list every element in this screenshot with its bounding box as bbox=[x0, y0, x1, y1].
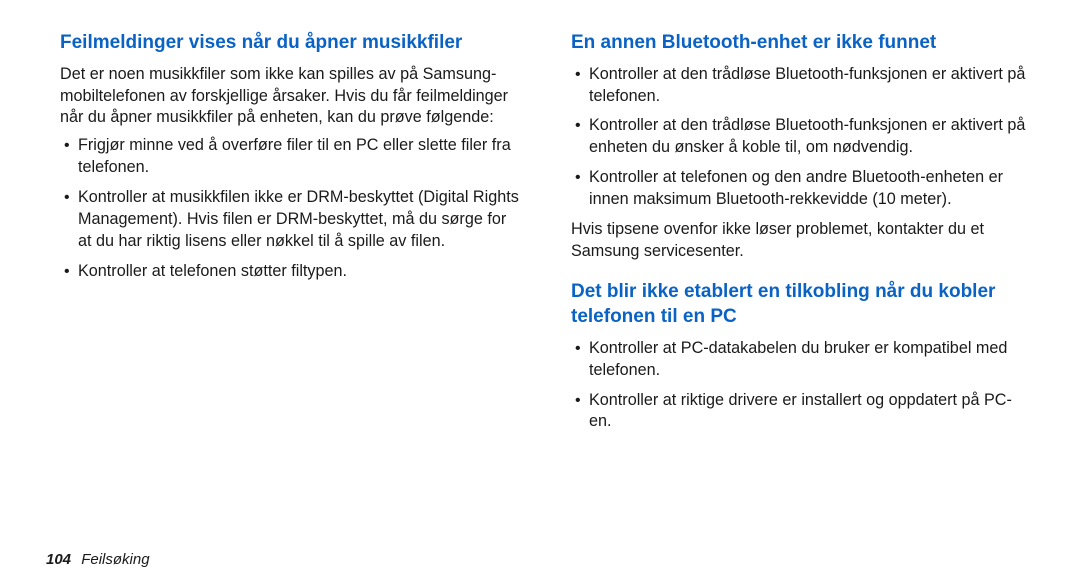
bullets-bluetooth: Kontroller at den trådløse Bluetooth-fun… bbox=[571, 64, 1032, 211]
intro-music-errors: Det er noen musikkfiler som ikke kan spi… bbox=[60, 64, 521, 130]
heading-pc-connection: Det blir ikke etablert en tilkobling når… bbox=[571, 279, 1032, 330]
page-footer: 104 Feilsøking bbox=[46, 551, 150, 568]
bullets-pc-connection: Kontroller at PC-datakabelen du bruker e… bbox=[571, 338, 1032, 433]
list-item: Kontroller at musikkfilen ikke er DRM-be… bbox=[60, 187, 521, 253]
list-item: Kontroller at den trådløse Bluetooth-fun… bbox=[571, 115, 1032, 159]
list-item: Kontroller at telefonen støtter filtypen… bbox=[60, 261, 521, 283]
list-item: Kontroller at den trådløse Bluetooth-fun… bbox=[571, 64, 1032, 108]
heading-music-errors: Feilmeldinger vises når du åpner musikkf… bbox=[60, 30, 521, 56]
list-item: Frigjør minne ved å overføre filer til e… bbox=[60, 135, 521, 179]
page-number: 104 bbox=[46, 551, 71, 568]
section-name: Feilsøking bbox=[81, 551, 149, 568]
list-item: Kontroller at telefonen og den andre Blu… bbox=[571, 167, 1032, 211]
note-contact-service: Hvis tipsene ovenfor ikke løser probleme… bbox=[571, 219, 1032, 263]
bullets-music-errors: Frigjør minne ved å overføre filer til e… bbox=[60, 135, 521, 282]
heading-bluetooth-not-found: En annen Bluetooth-enhet er ikke funnet bbox=[571, 30, 1032, 56]
list-item: Kontroller at riktige drivere er install… bbox=[571, 390, 1032, 434]
list-item: Kontroller at PC-datakabelen du bruker e… bbox=[571, 338, 1032, 382]
left-column: Feilmeldinger vises når du åpner musikkf… bbox=[60, 30, 521, 441]
right-column: En annen Bluetooth-enhet er ikke funnet … bbox=[571, 30, 1032, 441]
page-columns: Feilmeldinger vises når du åpner musikkf… bbox=[60, 30, 1032, 441]
